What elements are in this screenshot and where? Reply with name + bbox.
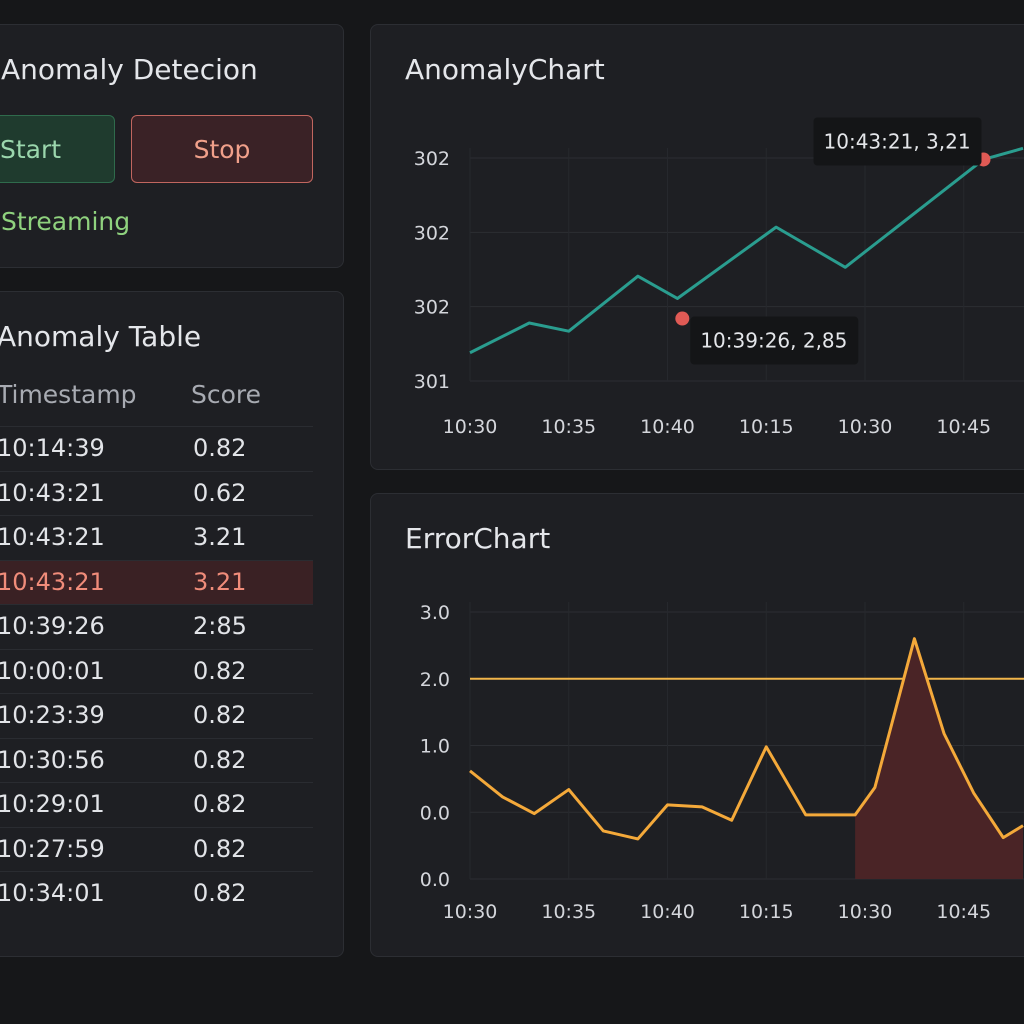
table-row[interactable]: 10:14:39 0.82 [0, 426, 313, 471]
x-tick-label: 10:30 [838, 416, 893, 438]
anomaly-shaded-area [855, 638, 1023, 879]
x-tick-label: 10:15 [739, 901, 794, 923]
score-cell: 0.82 [193, 656, 247, 685]
y-tick-label: 302 [414, 148, 450, 170]
x-tick-label: 10:40 [640, 901, 695, 923]
anomaly-table-body: 10:14:39 0.82 10:43:21 0.62 10:43:21 3.21 10:4… [0, 426, 313, 916]
tooltip-text: 10:39:26, 2,85 [700, 329, 847, 353]
score-cell: 0.82 [193, 745, 247, 774]
streaming-status: Streaming [1, 207, 131, 236]
score-cell: 0.82 [193, 879, 247, 907]
table-row[interactable]: 10:34:01 0.82 [0, 871, 313, 916]
score-cell: 0.82 [193, 790, 247, 818]
y-tick-label: 301 [414, 371, 450, 393]
timestamp-column-header[interactable]: Timestamp [0, 380, 137, 409]
timestamp-cell: 10:29:01 [0, 790, 105, 818]
y-tick-label: 3.0 [420, 602, 450, 624]
table-row[interactable]: 10:43:21 3.21 [0, 515, 313, 560]
table-row[interactable]: 10:29:01 0.82 [0, 782, 313, 827]
x-tick-label: 10:15 [739, 416, 794, 438]
timestamp-cell: 10:30:56 [0, 745, 105, 774]
control-panel: Anomaly Detecion Start Stop Streaming [0, 24, 344, 268]
error-chart-panel: ErrorChart 0.0 0.0 1.0 2.0 3.0 10:30 10:35 10:4… [370, 493, 1024, 957]
x-tick-label: 10:35 [541, 901, 596, 923]
y-tick-label: 302 [414, 222, 450, 244]
score-cell: 2:85 [193, 612, 247, 640]
error-chart: 0.0 0.0 1.0 2.0 3.0 10:30 10:35 10:40 10:15 10:30… [420, 602, 1024, 923]
x-tick-label: 10:45 [936, 416, 991, 438]
score-cell: 3.21 [193, 567, 247, 596]
timestamp-cell: 10:39:26 [0, 612, 105, 640]
score-cell: 3.21 [193, 523, 247, 551]
x-tick-label: 10:35 [541, 416, 596, 438]
score-cell: 0.62 [193, 478, 247, 507]
x-tick-label: 10:30 [443, 416, 498, 438]
stop-button[interactable]: Stop [131, 115, 313, 183]
x-tick-label: 10:30 [838, 901, 893, 923]
control-panel-title: Anomaly Detecion [1, 53, 258, 86]
score-cell: 0.82 [193, 834, 247, 863]
anomaly-marker[interactable] [675, 311, 690, 326]
score-column-header[interactable]: Score [191, 380, 261, 409]
start-button[interactable]: Start [0, 115, 115, 183]
table-row-flagged[interactable]: 10:43:21 3.21 [0, 559, 313, 604]
x-tick-label: 10:40 [640, 416, 695, 438]
table-row[interactable]: 10:23:39 0.82 [0, 693, 313, 738]
anomaly-chart: 301 302 302 302 10:30 10:35 10:40 10:15 10:30 10:… [414, 117, 1024, 438]
table-row[interactable]: 10:43:21 0.62 [0, 470, 313, 516]
x-tick-label: 10:30 [443, 901, 498, 923]
table-row[interactable]: 10:00:01 0.82 [0, 648, 313, 694]
y-tick-label: 0.0 [420, 869, 450, 891]
table-row[interactable]: 10:27:59 0.82 [0, 826, 313, 872]
anomaly-chart-panel: AnomalyChart 301 302 302 302 10:30 10:35 10:40… [370, 24, 1024, 470]
table-row[interactable]: 10:39:26 2:85 [0, 604, 313, 649]
tooltip-text: 10:43:21, 3,21 [824, 129, 971, 153]
anomaly-table-title: Anomaly Table [0, 320, 202, 353]
timestamp-cell: 10:27:59 [0, 834, 105, 863]
timestamp-cell: 10:23:39 [0, 701, 105, 729]
timestamp-cell: 10:14:39 [0, 434, 105, 462]
timestamp-cell: 10:43:21 [0, 523, 105, 551]
anomaly-table-panel: Anomaly Table Timestamp Score 10:14:39 0.… [0, 291, 344, 957]
y-tick-label: 0.0 [420, 802, 450, 824]
timestamp-cell: 10:34:01 [0, 879, 105, 907]
timestamp-cell: 10:00:01 [0, 656, 105, 685]
timestamp-cell: 10:43:21 [0, 567, 105, 596]
score-cell: 0.82 [193, 434, 247, 462]
table-row[interactable]: 10:30:56 0.82 [0, 737, 313, 783]
y-tick-label: 1.0 [420, 736, 450, 758]
timestamp-cell: 10:43:21 [0, 478, 105, 507]
score-cell: 0.82 [193, 701, 247, 729]
y-tick-label: 2.0 [420, 669, 450, 691]
y-tick-label: 302 [414, 297, 450, 319]
x-tick-label: 10:45 [936, 901, 991, 923]
